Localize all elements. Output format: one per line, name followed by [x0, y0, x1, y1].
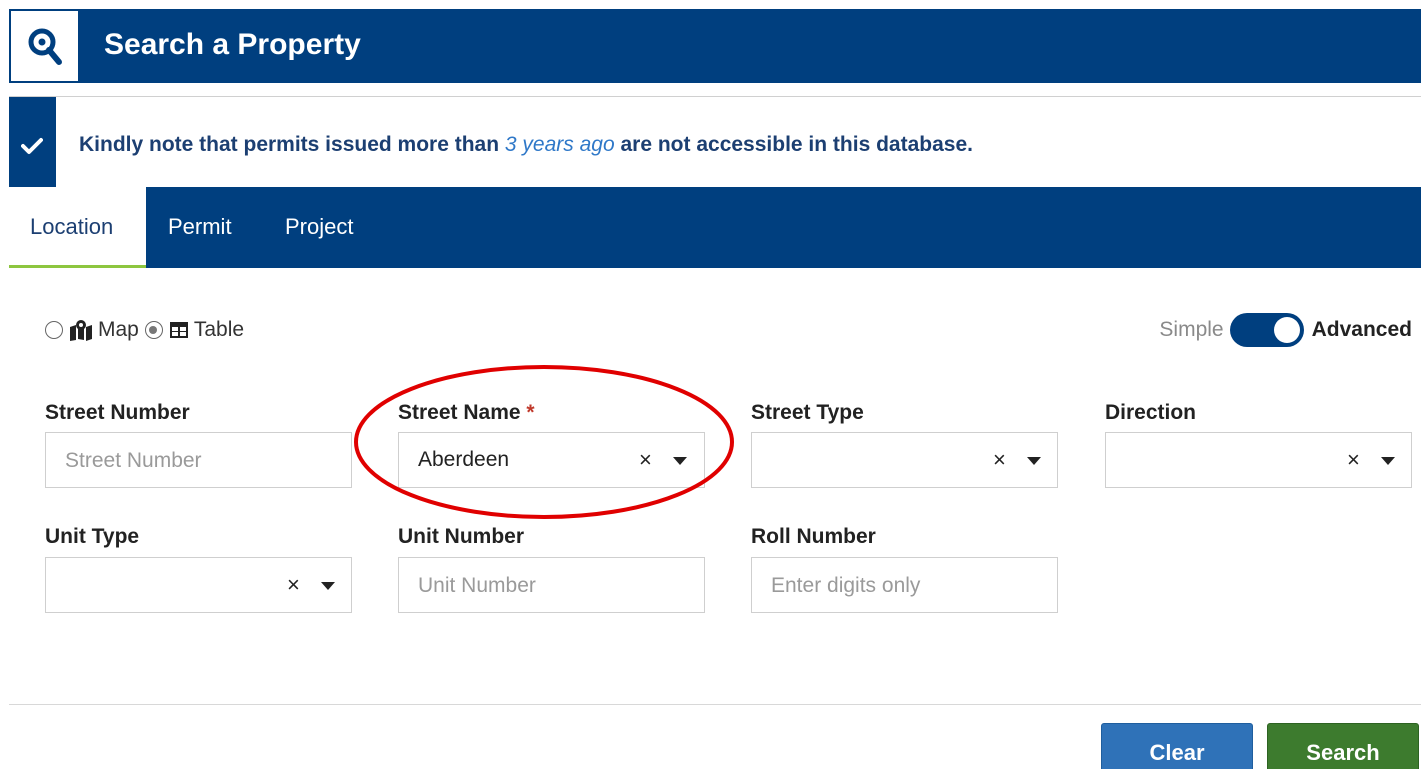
unit-number-label: Unit Number: [398, 525, 524, 548]
tab-location[interactable]: Location: [9, 187, 146, 268]
notice-text-after: are not accessible in this database.: [614, 133, 973, 156]
unit-type-label: Unit Type: [45, 525, 140, 548]
roll-number-label: Roll Number: [751, 525, 876, 548]
street-type-label: Street Type: [751, 401, 864, 424]
tab-project-label: Project: [285, 214, 354, 239]
check-icon: [21, 138, 43, 154]
unit-type-clear-icon[interactable]: ×: [287, 572, 300, 598]
notice-banner: Kindly note that permits issued more tha…: [9, 97, 1421, 187]
tab-location-label: Location: [30, 214, 114, 239]
tab-permit-label: Permit: [168, 214, 232, 239]
unit-number-placeholder: Unit Number: [418, 574, 536, 597]
notice-text-emphasis: 3 years ago: [504, 133, 615, 156]
direction-label: Direction: [1105, 401, 1197, 424]
street-number-placeholder: Street Number: [65, 449, 202, 472]
chevron-down-icon[interactable]: [1381, 457, 1395, 465]
tab-permit[interactable]: Permit: [146, 187, 264, 268]
notice-icon-bar: [9, 97, 56, 187]
street-type-select[interactable]: ×: [751, 432, 1058, 488]
map-label: Map: [98, 318, 139, 341]
street-number-label: Street Number: [45, 401, 190, 424]
notice-text: Kindly note that permits issued more tha…: [79, 133, 973, 157]
map-icon: [69, 319, 93, 341]
unit-type-select[interactable]: ×: [45, 557, 352, 613]
table-icon: [169, 321, 189, 339]
header-icon-box: [9, 9, 80, 83]
notice-text-before: Kindly note that permits issued more tha…: [79, 133, 505, 156]
search-button[interactable]: Search: [1267, 723, 1419, 769]
direction-clear-icon[interactable]: ×: [1347, 447, 1360, 473]
clear-button-label: Clear: [1149, 740, 1205, 765]
view-options: Map Table: [45, 317, 250, 343]
mode-switch[interactable]: [1229, 313, 1304, 347]
page-title: Search a Property: [104, 28, 361, 61]
highlight-ellipse: [354, 365, 734, 519]
page-header: Search a Property: [9, 9, 1421, 83]
street-number-input[interactable]: Street Number: [45, 432, 352, 488]
simple-label: Simple: [1159, 318, 1224, 341]
map-radio[interactable]: [45, 321, 63, 339]
table-label: Table: [193, 318, 245, 341]
search-mode-toggle: Simple Advanced: [1159, 312, 1412, 348]
divider: [9, 704, 1421, 705]
street-type-clear-icon[interactable]: ×: [993, 447, 1006, 473]
clear-button[interactable]: Clear: [1101, 723, 1253, 769]
roll-number-input[interactable]: Enter digits only: [751, 557, 1058, 613]
direction-select[interactable]: ×: [1105, 432, 1412, 488]
chevron-down-icon[interactable]: [321, 582, 335, 590]
unit-number-input[interactable]: Unit Number: [398, 557, 705, 613]
search-tabs: Location Permit Project: [9, 187, 1421, 268]
table-radio[interactable]: [144, 321, 163, 339]
tab-project[interactable]: Project: [264, 187, 384, 268]
switch-knob: [1273, 317, 1300, 343]
search-icon: [28, 28, 62, 65]
search-button-label: Search: [1306, 740, 1380, 765]
advanced-label: Advanced: [1311, 318, 1412, 341]
roll-number-placeholder: Enter digits only: [771, 574, 921, 597]
chevron-down-icon[interactable]: [1027, 457, 1041, 465]
